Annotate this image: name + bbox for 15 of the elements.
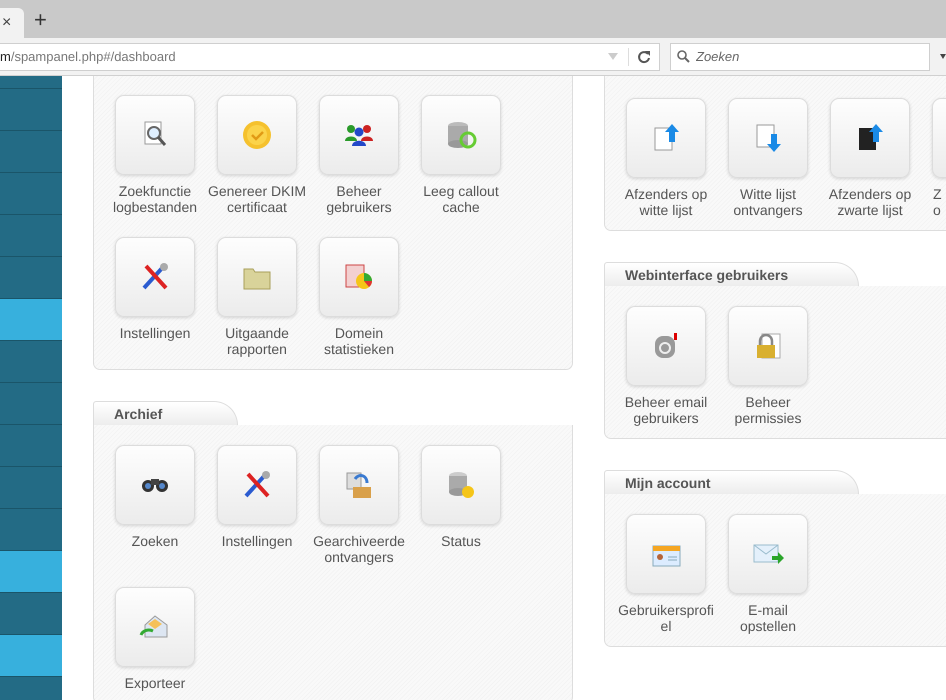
dropdown-triangle-icon[interactable] — [608, 53, 618, 60]
tile-button[interactable]: Z o — [922, 98, 946, 218]
sidebar-item[interactable] — [0, 634, 62, 676]
address-field[interactable]: m/spampanel.php#/dashboard — [0, 42, 660, 70]
caret-icon[interactable] — [940, 54, 946, 59]
sidebar-item[interactable] — [0, 298, 62, 340]
binoculars-icon — [142, 478, 168, 492]
search-icon — [677, 50, 690, 62]
section-title: Mijn account — [625, 474, 711, 490]
search-field[interactable]: Zoeken — [670, 42, 930, 70]
section-title: Webinterface gebruikers — [625, 266, 788, 282]
sidebar-item[interactable] — [0, 550, 62, 592]
reload-icon[interactable] — [637, 50, 652, 64]
new-tab-button[interactable]: + — [28, 4, 53, 36]
section-title: Archief — [114, 406, 162, 422]
